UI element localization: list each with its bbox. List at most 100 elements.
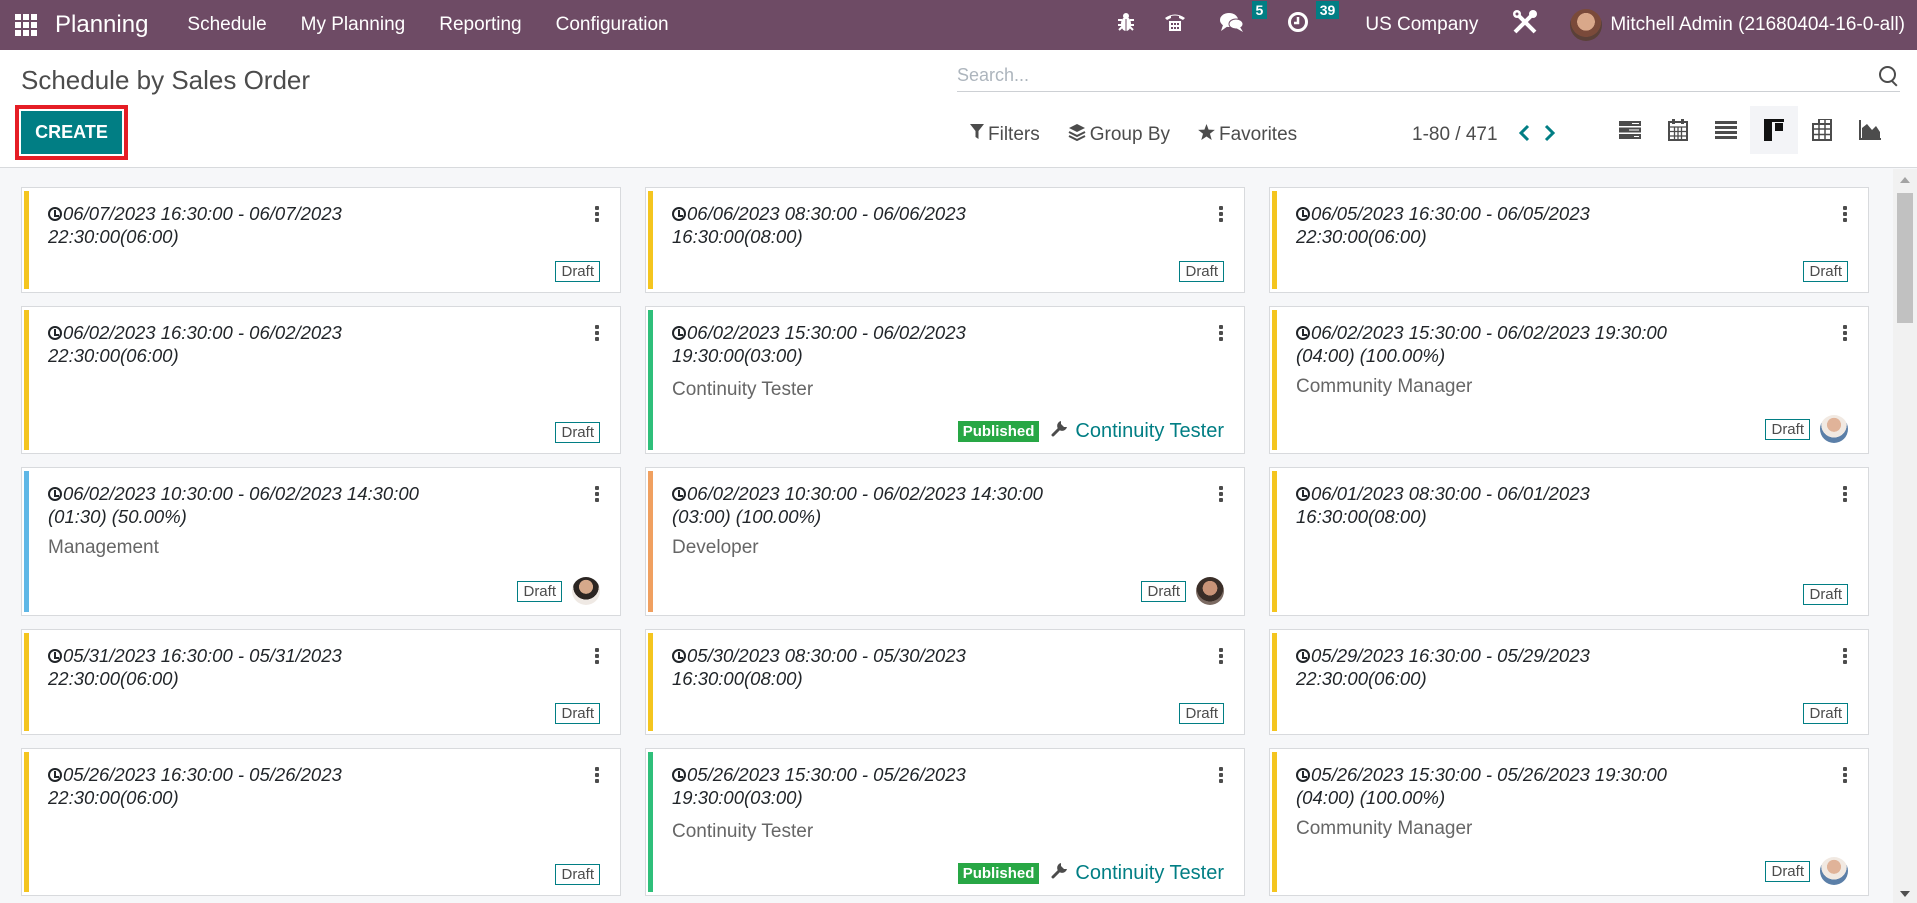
card-menu-icon[interactable] [1842, 325, 1848, 343]
card-menu-icon[interactable] [594, 767, 600, 785]
phone-icon[interactable] [1163, 12, 1187, 38]
kanban-card[interactable]: 06/01/2023 08:30:00 - 06/01/2023 16:30:0… [1269, 467, 1869, 616]
employee-avatar[interactable] [1820, 415, 1848, 443]
debug-bug-icon[interactable] [1117, 12, 1135, 38]
card-menu-icon[interactable] [1842, 767, 1848, 785]
card-color-bar [648, 471, 653, 612]
card-role: Community Manager [1296, 376, 1473, 397]
app-menu-icon[interactable] [15, 14, 37, 36]
user-menu[interactable]: Mitchell Admin (21680404-16-0-all) [1570, 9, 1905, 41]
tools-icon[interactable] [1512, 9, 1538, 41]
view-gantt-button[interactable] [1606, 106, 1654, 154]
employee-avatar[interactable] [1820, 857, 1848, 885]
card-resource-link[interactable]: Continuity Tester [1075, 862, 1224, 885]
card-menu-icon[interactable] [1218, 325, 1224, 343]
card-menu-icon[interactable] [594, 486, 600, 504]
employee-avatar[interactable] [1196, 577, 1224, 605]
card-footer: Draft [1803, 584, 1848, 605]
filters-button[interactable]: Filters [970, 124, 1040, 146]
kanban-card[interactable]: 06/06/2023 08:30:00 - 06/06/2023 16:30:0… [645, 187, 1245, 293]
kanban-card[interactable]: 06/02/2023 10:30:00 - 06/02/2023 14:30:0… [21, 467, 621, 616]
menu-my-planning[interactable]: My Planning [301, 14, 406, 36]
kanban-card[interactable]: 05/29/2023 16:30:00 - 05/29/2023 22:30:0… [1269, 629, 1869, 735]
card-color-bar [24, 752, 29, 892]
kanban-card[interactable]: 06/05/2023 16:30:00 - 06/05/2023 22:30:0… [1269, 187, 1869, 293]
kanban-card[interactable]: 06/07/2023 16:30:00 - 06/07/2023 22:30:0… [21, 187, 621, 293]
pager-previous-button[interactable] [1518, 122, 1530, 148]
card-time-text: 05/30/2023 08:30:00 - 05/30/2023 16:30:0… [672, 645, 966, 689]
card-menu-icon[interactable] [1218, 486, 1224, 504]
scroll-down-arrow[interactable] [1900, 891, 1910, 897]
kanban-card[interactable]: 06/02/2023 15:30:00 - 06/02/2023 19:30:0… [1269, 306, 1869, 454]
card-color-bar [648, 310, 653, 450]
card-menu-icon[interactable] [1218, 206, 1224, 224]
clock-icon [672, 326, 686, 340]
app-name[interactable]: Planning [55, 11, 148, 39]
card-menu-icon[interactable] [1218, 767, 1224, 785]
search-bar [957, 60, 1900, 92]
search-icon[interactable] [1878, 65, 1900, 87]
list-icon [1715, 121, 1737, 139]
card-footer: Draft [1803, 703, 1848, 724]
card-color-bar [648, 633, 653, 731]
card-time-range: 06/06/2023 08:30:00 - 06/06/2023 16:30:0… [672, 202, 1092, 248]
favorites-label: Favorites [1219, 123, 1298, 145]
card-menu-icon[interactable] [1218, 648, 1224, 666]
menu-reporting[interactable]: Reporting [439, 14, 521, 36]
menu-configuration[interactable]: Configuration [556, 14, 669, 36]
card-role: Developer [672, 537, 759, 558]
view-pivot-button[interactable] [1798, 106, 1846, 154]
kanban-card[interactable]: 05/26/2023 15:30:00 - 05/26/2023 19:30:0… [645, 748, 1245, 896]
clock-icon [672, 768, 686, 782]
search-input[interactable] [957, 65, 1878, 86]
card-menu-icon[interactable] [1842, 648, 1848, 666]
kanban-card[interactable]: 06/02/2023 10:30:00 - 06/02/2023 14:30:0… [645, 467, 1245, 616]
card-menu-icon[interactable] [594, 648, 600, 666]
create-button[interactable]: CREATE [21, 111, 122, 154]
user-name: Mitchell Admin (21680404-16-0-all) [1610, 14, 1905, 35]
view-graph-button[interactable] [1846, 106, 1894, 154]
status-badge: Published [957, 862, 1040, 884]
messages-icon[interactable]: 5 [1219, 1, 1268, 39]
menu-schedule[interactable]: Schedule [187, 14, 266, 36]
card-footer: Published Continuity Tester [957, 419, 1224, 443]
star-icon [1198, 124, 1215, 145]
kanban-card[interactable]: 05/30/2023 08:30:00 - 05/30/2023 16:30:0… [645, 629, 1245, 735]
card-menu-icon[interactable] [594, 325, 600, 343]
pager-value[interactable]: 1-80 / 471 [1412, 124, 1498, 146]
vertical-scrollbar[interactable] [1893, 169, 1917, 903]
activity-clock-icon[interactable]: 39 [1287, 1, 1340, 39]
view-list-button[interactable] [1702, 106, 1750, 154]
card-menu-icon[interactable] [594, 206, 600, 224]
view-calendar-button[interactable] [1654, 106, 1702, 154]
card-footer: Draft [1803, 261, 1848, 282]
wrench-icon [1051, 419, 1069, 443]
clock-icon [48, 649, 62, 663]
card-color-bar [24, 633, 29, 731]
company-switcher[interactable]: US Company [1365, 14, 1478, 36]
group-by-button[interactable]: Group By [1068, 123, 1170, 146]
kanban-card[interactable]: 05/31/2023 16:30:00 - 05/31/2023 22:30:0… [21, 629, 621, 735]
messages-count-badge: 5 [1251, 1, 1268, 19]
card-color-bar [1272, 633, 1277, 731]
gantt-icon [1619, 121, 1641, 139]
employee-avatar[interactable] [572, 577, 600, 605]
scroll-up-arrow[interactable] [1900, 177, 1910, 183]
status-badge: Draft [1803, 703, 1848, 724]
pager-next-button[interactable] [1544, 122, 1556, 148]
card-footer: Draft [1179, 261, 1224, 282]
favorites-button[interactable]: Favorites [1198, 124, 1297, 146]
kanban-icon [1764, 119, 1784, 141]
kanban-card[interactable]: 06/02/2023 16:30:00 - 06/02/2023 22:30:0… [21, 306, 621, 454]
view-kanban-button[interactable] [1750, 106, 1798, 154]
card-time-range: 06/01/2023 08:30:00 - 06/01/2023 16:30:0… [1296, 482, 1716, 528]
scroll-thumb[interactable] [1897, 193, 1913, 323]
card-color-bar [1272, 752, 1277, 892]
card-menu-icon[interactable] [1842, 206, 1848, 224]
kanban-card[interactable]: 06/02/2023 15:30:00 - 06/02/2023 19:30:0… [645, 306, 1245, 454]
status-badge: Draft [1803, 261, 1848, 282]
kanban-card[interactable]: 05/26/2023 15:30:00 - 05/26/2023 19:30:0… [1269, 748, 1869, 896]
card-resource-link[interactable]: Continuity Tester [1075, 420, 1224, 443]
kanban-card[interactable]: 05/26/2023 16:30:00 - 05/26/2023 22:30:0… [21, 748, 621, 896]
card-menu-icon[interactable] [1842, 486, 1848, 504]
